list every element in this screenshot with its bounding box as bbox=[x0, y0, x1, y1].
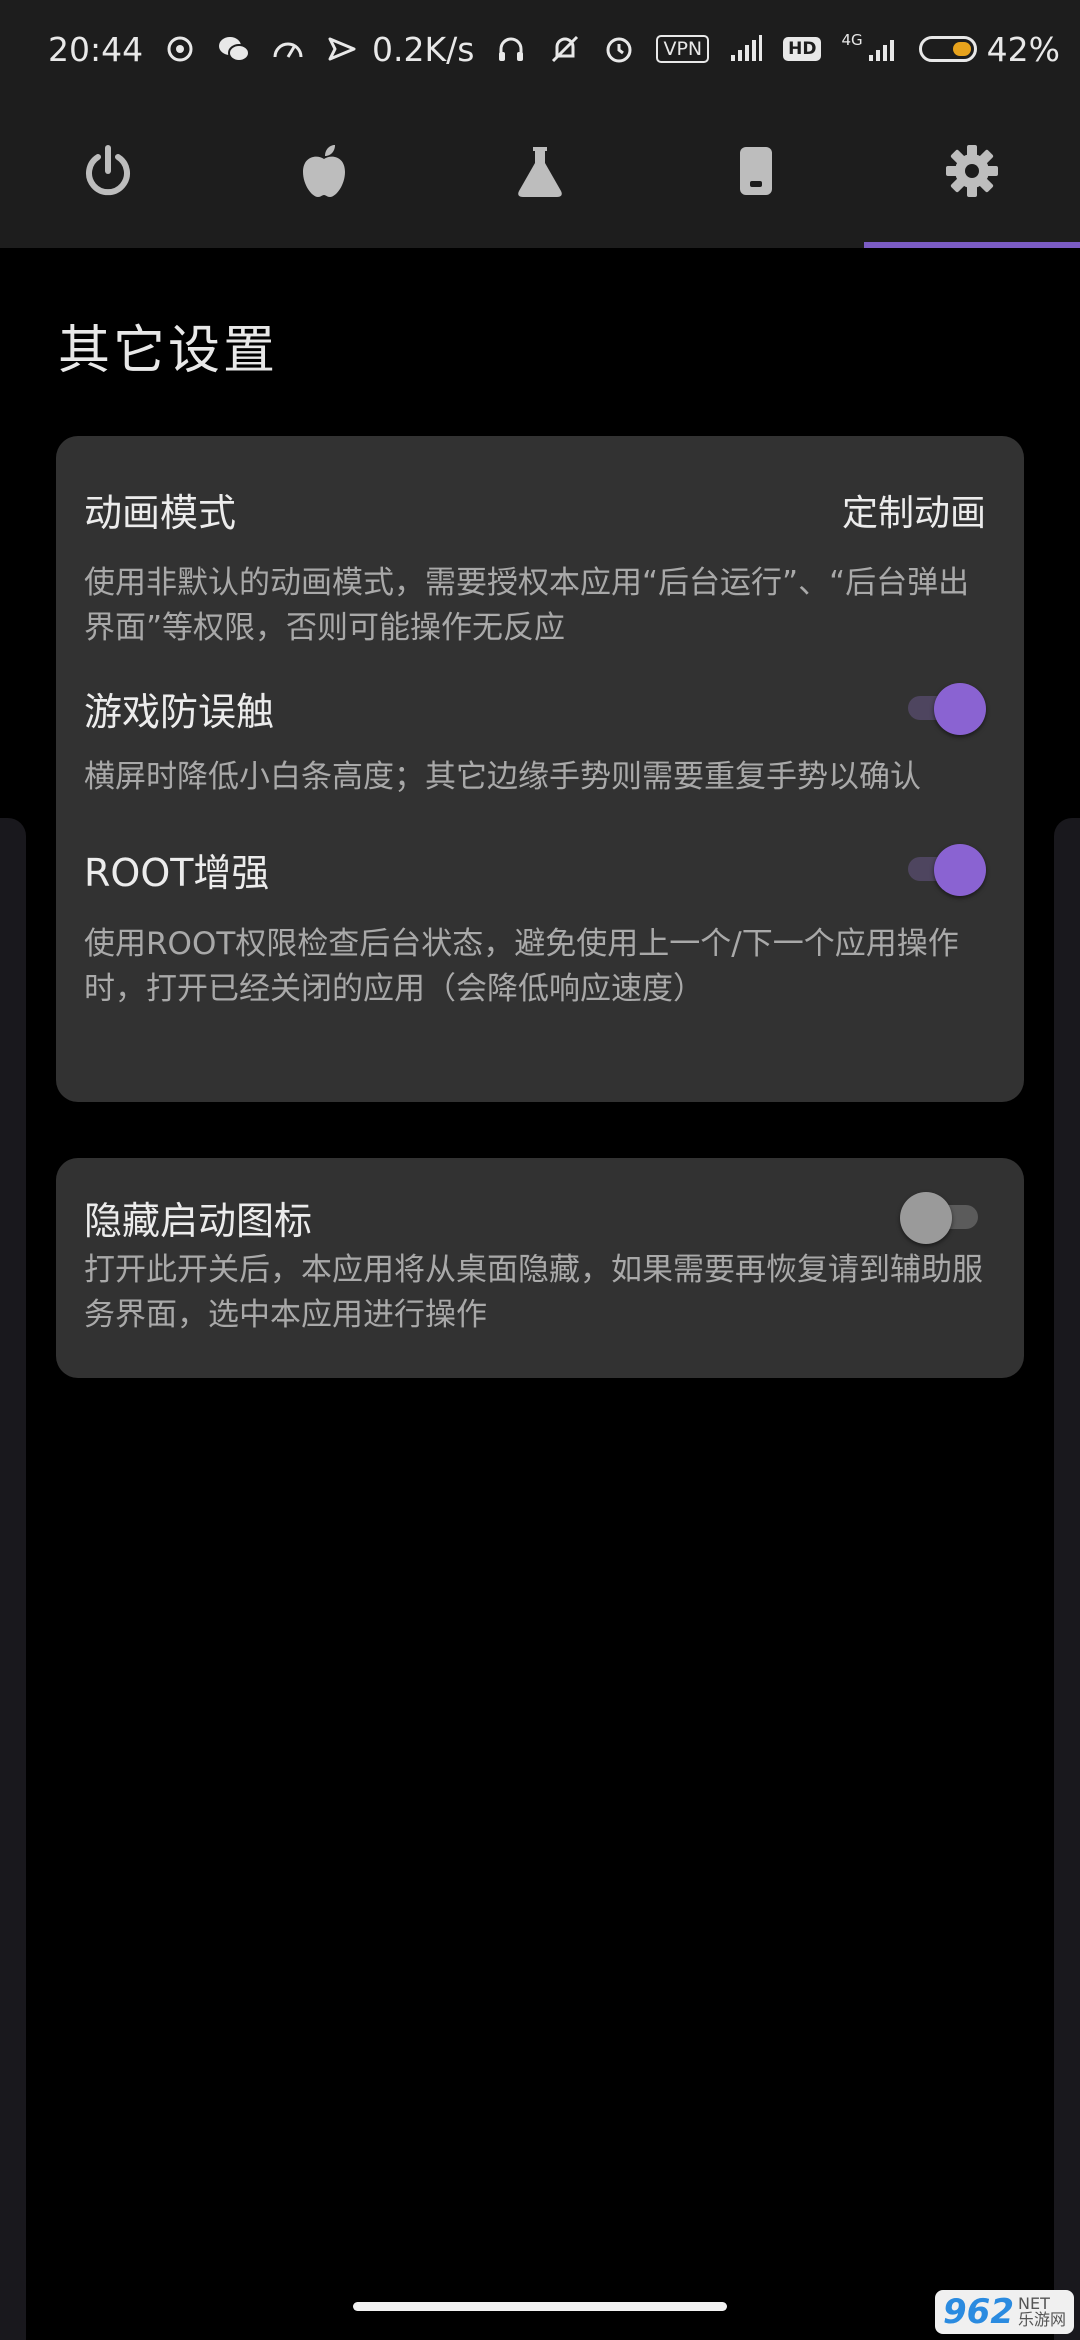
game-guard-toggle[interactable] bbox=[900, 683, 986, 735]
game-guard-setting[interactable]: 游戏防误触 横屏时降低小白条高度；其它边缘手势则需要重复手势以确认 bbox=[84, 673, 986, 800]
animation-mode-value[interactable]: 定制动画 bbox=[842, 484, 986, 536]
battery-level: 42% bbox=[986, 29, 1060, 69]
settings-card-2: 隐藏启动图标 打开此开关后，本应用将从桌面隐藏，如果需要再恢复请到辅助服务界面，… bbox=[56, 1158, 1024, 1378]
game-guard-title: 游戏防误触 bbox=[84, 689, 275, 734]
tab-apple[interactable] bbox=[216, 98, 432, 248]
watermark-number: 962 bbox=[943, 2292, 1014, 2332]
home-indicator[interactable] bbox=[353, 2302, 727, 2311]
hd-badge: HD bbox=[783, 37, 822, 61]
net-speed: 0.2K/s bbox=[372, 29, 475, 69]
flask-icon bbox=[515, 143, 565, 203]
page-title: 其它设置 bbox=[58, 321, 279, 381]
power-icon bbox=[80, 143, 136, 203]
battery: 42% bbox=[918, 29, 1060, 69]
send-icon bbox=[325, 32, 359, 66]
status-bar: 20:44 0.2K/s VPN HD 4G 42% bbox=[0, 0, 1080, 98]
vpn-badge: VPN bbox=[656, 35, 710, 63]
hide-icon-toggle[interactable] bbox=[900, 1192, 986, 1244]
headphones-icon bbox=[494, 32, 528, 66]
root-boost-toggle[interactable] bbox=[900, 844, 986, 896]
status-time: 20:44 bbox=[48, 29, 144, 69]
animation-mode-title: 动画模式 bbox=[84, 491, 237, 535]
left-edge-rail bbox=[0, 818, 26, 2340]
mute-icon bbox=[548, 32, 582, 66]
phone-icon bbox=[738, 143, 774, 203]
hide-icon-title: 隐藏启动图标 bbox=[84, 1198, 313, 1243]
tab-power[interactable] bbox=[0, 98, 216, 248]
apple-icon bbox=[299, 143, 349, 203]
speedometer-icon bbox=[271, 32, 305, 66]
animation-mode-desc: 使用非默认的动画模式，需要授权本应用“后台运行”、“后台弹出界面”等权限，否则可… bbox=[84, 565, 970, 646]
watermark-site: 乐游网 bbox=[1017, 2310, 1066, 2329]
hide-icon-desc: 打开此开关后，本应用将从桌面隐藏，如果需要再恢复请到辅助服务界面，选中本应用进行… bbox=[84, 1252, 983, 1333]
right-edge-rail bbox=[1054, 818, 1080, 2340]
signal-4g-icon bbox=[865, 32, 899, 66]
root-boost-desc: 使用ROOT权限检查后台状态，避免使用上一个/下一个应用操作时，打开已经关闭的应… bbox=[84, 926, 959, 1007]
tab-device[interactable] bbox=[648, 98, 864, 248]
game-guard-desc: 横屏时降低小白条高度；其它边缘手势则需要重复手势以确认 bbox=[84, 759, 921, 795]
animation-mode-setting[interactable]: 动画模式 定制动画 使用非默认的动画模式，需要授权本应用“后台运行”、“后台弹出… bbox=[84, 436, 986, 651]
tab-settings[interactable] bbox=[864, 98, 1080, 248]
alarm-icon bbox=[602, 32, 636, 66]
hide-icon-setting[interactable]: 隐藏启动图标 打开此开关后，本应用将从桌面隐藏，如果需要再恢复请到辅助服务界面，… bbox=[84, 1158, 986, 1338]
network-type: 4G bbox=[841, 31, 863, 49]
netease-icon bbox=[163, 32, 197, 66]
gear-icon bbox=[944, 143, 1000, 203]
wechat-icon bbox=[217, 32, 251, 66]
settings-card-1: 动画模式 定制动画 使用非默认的动画模式，需要授权本应用“后台运行”、“后台弹出… bbox=[56, 436, 1024, 1102]
watermark-logo: 962 NET 乐游网 bbox=[935, 2290, 1074, 2334]
tab-bar bbox=[0, 98, 1080, 248]
tab-lab[interactable] bbox=[432, 98, 648, 248]
battery-icon bbox=[918, 36, 977, 62]
root-boost-setting[interactable]: ROOT增强 使用ROOT权限检查后台状态，避免使用上一个/下一个应用操作时，打… bbox=[84, 834, 986, 1012]
root-boost-title: ROOT增强 bbox=[84, 850, 270, 895]
signal-icon bbox=[729, 32, 763, 66]
